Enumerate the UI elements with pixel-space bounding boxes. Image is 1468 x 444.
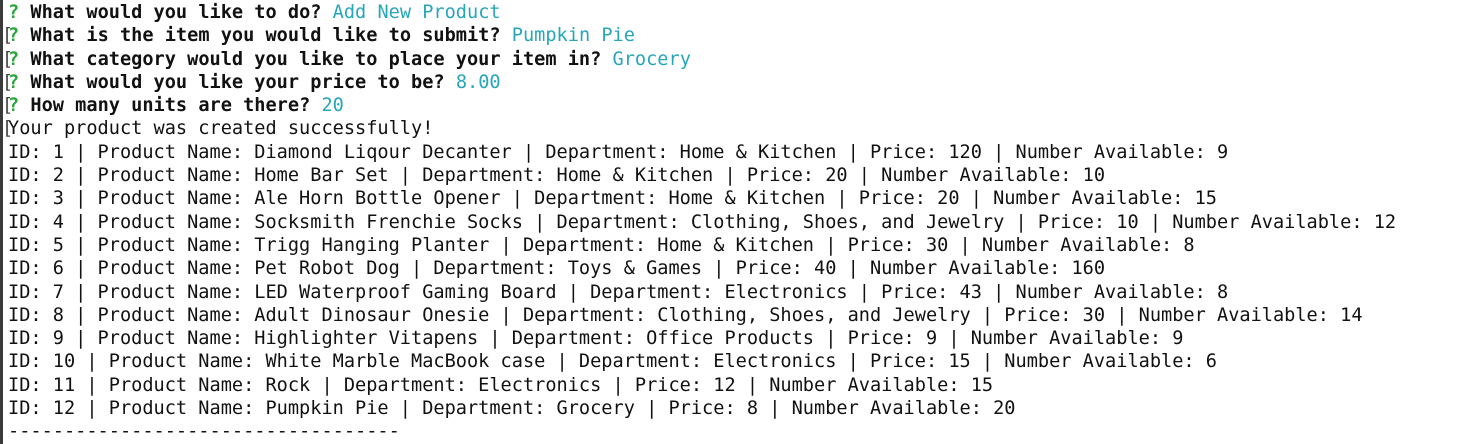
product-row: ID: 2 | Product Name: Home Bar Set | Dep… xyxy=(0,164,1468,187)
status-message-line: [Your product was created successfully! xyxy=(0,117,1468,140)
line-bracket: [ xyxy=(2,48,14,70)
product-row: ID: 6 | Product Name: Pet Robot Dog | De… xyxy=(0,257,1468,280)
prompt-question: What is the item you would like to submi… xyxy=(30,25,501,47)
prompt-line-category: [? What category would you like to place… xyxy=(0,48,1468,71)
prompt-answer: Grocery xyxy=(612,48,691,70)
product-row: ID: 4 | Product Name: Socksmith Frenchie… xyxy=(0,211,1468,234)
line-bracket: [ xyxy=(2,71,14,93)
product-row-text: ID: 3 | Product Name: Ale Horn Bottle Op… xyxy=(8,188,1217,210)
prompt-answer: 20 xyxy=(321,95,344,117)
terminal-window[interactable]: ? What would you like to do? Add New Pro… xyxy=(0,0,1468,444)
product-row-text: ID: 9 | Product Name: Highlighter Vitape… xyxy=(8,328,1184,350)
product-row-text: ID: 4 | Product Name: Socksmith Frenchie… xyxy=(8,211,1397,233)
line-bracket: [ xyxy=(2,95,14,117)
product-row-text: ID: 10 | Product Name: White Marble MacB… xyxy=(8,351,1217,373)
prompt-question: What category would you like to place yo… xyxy=(30,48,602,70)
product-row-text: ID: 12 | Product Name: Pumpkin Pie | Dep… xyxy=(8,398,1016,420)
product-row: ID: 10 | Product Name: White Marble MacB… xyxy=(0,350,1468,373)
product-row-text: ID: 2 | Product Name: Home Bar Set | Dep… xyxy=(8,165,1106,187)
product-row: ID: 1 | Product Name: Diamond Liqour Dec… xyxy=(0,141,1468,164)
product-row: ID: 8 | Product Name: Adult Dinosaur One… xyxy=(0,304,1468,327)
prompt-line-action: ? What would you like to do? Add New Pro… xyxy=(0,1,1468,24)
product-row: ID: 3 | Product Name: Ale Horn Bottle Op… xyxy=(0,187,1468,210)
prompt-line-units: [? How many units are there? 20 xyxy=(0,94,1468,117)
prompt-line-item: [? What is the item you would like to su… xyxy=(0,24,1468,47)
question-mark-icon: ? xyxy=(8,2,20,23)
status-message: Your product was created successfully! xyxy=(8,118,434,140)
prompt-question: What would you like your price to be? xyxy=(30,71,445,93)
separator: ----------------------------------- xyxy=(8,421,400,443)
line-bracket: [ xyxy=(2,118,14,140)
prompt-line-price: [? What would you like your price to be?… xyxy=(0,71,1468,94)
product-row: ID: 11 | Product Name: Rock | Department… xyxy=(0,374,1468,397)
product-row-text: ID: 6 | Product Name: Pet Robot Dog | De… xyxy=(8,258,1106,280)
prompt-answer: Pumpkin Pie xyxy=(511,25,635,47)
prompt-answer: Add New Product xyxy=(332,2,501,23)
product-row: ID: 5 | Product Name: Trigg Hanging Plan… xyxy=(0,234,1468,257)
product-row-text: ID: 7 | Product Name: LED Waterproof Gam… xyxy=(8,281,1229,303)
product-row: ID: 7 | Product Name: LED Waterproof Gam… xyxy=(0,281,1468,304)
prompt-answer: 8.00 xyxy=(455,71,501,93)
product-row-text: ID: 11 | Product Name: Rock | Department… xyxy=(8,374,994,396)
line-bracket: [ xyxy=(2,25,14,47)
prompt-question: How many units are there? xyxy=(30,95,311,117)
product-row: ID: 12 | Product Name: Pumpkin Pie | Dep… xyxy=(0,397,1468,420)
product-row-text: ID: 5 | Product Name: Trigg Hanging Plan… xyxy=(8,234,1195,256)
product-row-text: ID: 8 | Product Name: Adult Dinosaur One… xyxy=(8,304,1363,326)
product-row-text: ID: 1 | Product Name: Diamond Liqour Dec… xyxy=(8,141,1229,163)
separator-line: ----------------------------------- xyxy=(0,420,1468,443)
prompt-question: What would you like to do? xyxy=(30,2,322,23)
product-row: ID: 9 | Product Name: Highlighter Vitape… xyxy=(0,327,1468,350)
